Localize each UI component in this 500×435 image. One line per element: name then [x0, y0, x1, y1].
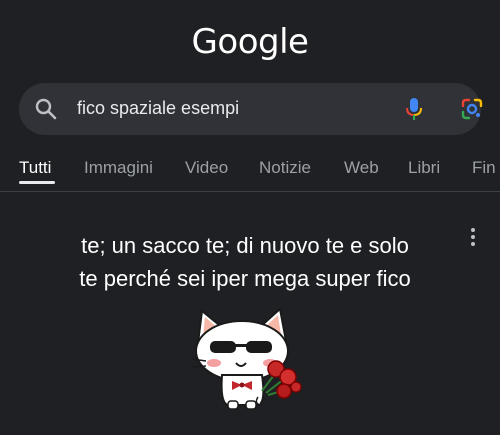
- tab-notizie[interactable]: Notizie: [259, 158, 311, 178]
- active-tab-indicator: [19, 181, 55, 184]
- tab-libri[interactable]: Libri: [408, 158, 440, 178]
- google-logo[interactable]: Google: [0, 22, 500, 62]
- cat-with-roses-image: [191, 307, 302, 410]
- google-lens-icon[interactable]: [460, 97, 484, 121]
- tab-web[interactable]: Web: [344, 158, 379, 178]
- result-text-line-1: te; un sacco te; di nuovo te e solo: [81, 233, 409, 258]
- search-input[interactable]: fico spaziale esempi: [77, 98, 239, 119]
- tab-immagini[interactable]: Immagini: [84, 158, 153, 178]
- tab-video[interactable]: Video: [185, 158, 228, 178]
- more-vert-icon[interactable]: [470, 228, 476, 246]
- tab-tutti[interactable]: Tutti: [19, 158, 51, 178]
- tab-finance-partial[interactable]: Fin: [472, 158, 496, 178]
- search-results-page: Google fico spaziale esempi Tutti Immagi…: [0, 0, 500, 435]
- search-tabs: Tutti Immagini Video Notizie Web Libri F…: [0, 150, 500, 192]
- result-text-line-2: te perché sei iper mega super fico: [79, 266, 411, 291]
- search-icon: [35, 98, 57, 120]
- search-bar[interactable]: fico spaziale esempi: [19, 83, 484, 135]
- mic-icon[interactable]: [403, 96, 425, 122]
